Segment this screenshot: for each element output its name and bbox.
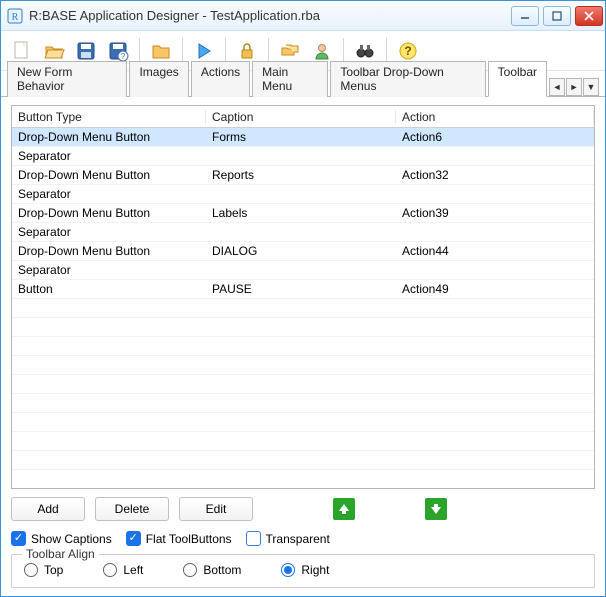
tab-scroll-controls: ◄ ► ▼ xyxy=(549,78,599,96)
align-radio-top[interactable]: Top xyxy=(24,563,63,577)
radio-label: Top xyxy=(44,563,63,577)
cell-action: Action44 xyxy=(396,244,594,258)
table-row[interactable]: ButtonPAUSEAction49 xyxy=(12,280,594,299)
table-row-empty xyxy=(12,413,594,432)
grid-header: Button Type Caption Action xyxy=(12,106,594,128)
flat-toolbuttons-checkbox[interactable]: ✓ Flat ToolButtons xyxy=(126,531,232,546)
tab-content: Button Type Caption Action Drop-Down Men… xyxy=(1,97,605,596)
table-row[interactable]: Separator xyxy=(12,223,594,242)
cell-caption: PAUSE xyxy=(206,282,396,296)
cell-type: Drop-Down Menu Button xyxy=(12,206,206,220)
cell-type: Separator xyxy=(12,225,206,239)
radio-icon xyxy=(103,563,117,577)
tab-toolbar-drop-down-menus[interactable]: Toolbar Drop-Down Menus xyxy=(330,61,485,97)
cell-action: Action32 xyxy=(396,168,594,182)
window-title: R:BASE Application Designer - TestApplic… xyxy=(29,8,511,23)
table-row[interactable]: Drop-Down Menu ButtonFormsAction6 xyxy=(12,128,594,147)
cell-type: Separator xyxy=(12,149,206,163)
tab-new-form-behavior[interactable]: New Form Behavior xyxy=(7,61,127,97)
table-row-empty xyxy=(12,451,594,470)
table-row[interactable]: Separator xyxy=(12,147,594,166)
checkbox-label: Show Captions xyxy=(31,532,112,546)
maximize-button[interactable] xyxy=(543,6,571,26)
align-radio-right[interactable]: Right xyxy=(281,563,329,577)
cell-action: Action6 xyxy=(396,130,594,144)
radio-icon xyxy=(24,563,38,577)
tab-dropdown[interactable]: ▼ xyxy=(583,78,599,96)
align-options: Top Left Bottom Right xyxy=(24,563,582,577)
radio-icon xyxy=(183,563,197,577)
table-row-empty xyxy=(12,337,594,356)
table-row-empty xyxy=(12,394,594,413)
group-legend: Toolbar Align xyxy=(22,547,99,561)
svg-text:R: R xyxy=(12,12,19,23)
cell-type: Drop-Down Menu Button xyxy=(12,244,206,258)
svg-text:?: ? xyxy=(404,44,411,58)
checkbox-label: Flat ToolButtons xyxy=(146,532,232,546)
align-radio-bottom[interactable]: Bottom xyxy=(183,563,241,577)
grid-body[interactable]: Drop-Down Menu ButtonFormsAction6Separat… xyxy=(12,128,594,488)
table-row[interactable]: Drop-Down Menu ButtonReportsAction32 xyxy=(12,166,594,185)
radio-label: Bottom xyxy=(203,563,241,577)
tab-scroll-right[interactable]: ► xyxy=(566,78,582,96)
table-row-empty xyxy=(12,318,594,337)
cell-type: Separator xyxy=(12,263,206,277)
cell-caption: Labels xyxy=(206,206,396,220)
table-row-empty xyxy=(12,432,594,451)
table-row[interactable]: Drop-Down Menu ButtonDIALOGAction44 xyxy=(12,242,594,261)
minimize-button[interactable] xyxy=(511,6,539,26)
show-captions-checkbox[interactable]: ✓ Show Captions xyxy=(11,531,112,546)
table-row[interactable]: Separator xyxy=(12,261,594,280)
cell-caption: Forms xyxy=(206,130,396,144)
titlebar: R R:BASE Application Designer - TestAppl… xyxy=(1,1,605,31)
col-header-action[interactable]: Action xyxy=(396,110,594,124)
move-down-icon[interactable] xyxy=(425,498,447,520)
app-icon: R xyxy=(7,8,23,24)
toolbar-grid[interactable]: Button Type Caption Action Drop-Down Men… xyxy=(11,105,595,489)
app-window: R R:BASE Application Designer - TestAppl… xyxy=(0,0,606,597)
window-controls xyxy=(511,6,603,26)
align-radio-left[interactable]: Left xyxy=(103,563,143,577)
table-row-empty xyxy=(12,299,594,318)
edit-button[interactable]: Edit xyxy=(179,497,253,521)
table-row[interactable]: Drop-Down Menu ButtonLabelsAction39 xyxy=(12,204,594,223)
tab-scroll-left[interactable]: ◄ xyxy=(549,78,565,96)
delete-button[interactable]: Delete xyxy=(95,497,169,521)
tab-images[interactable]: Images xyxy=(129,61,188,97)
cell-type: Button xyxy=(12,282,206,296)
table-row[interactable]: Separator xyxy=(12,185,594,204)
radio-label: Left xyxy=(123,563,143,577)
tab-toolbar[interactable]: Toolbar xyxy=(488,61,547,97)
cell-caption: Reports xyxy=(206,168,396,182)
close-button[interactable] xyxy=(575,6,603,26)
cell-type: Drop-Down Menu Button xyxy=(12,130,206,144)
checkbox-icon: ✓ xyxy=(11,531,26,546)
checkbox-icon xyxy=(246,531,261,546)
table-row-empty xyxy=(12,356,594,375)
tab-actions[interactable]: Actions xyxy=(191,61,250,97)
tab-main-menu[interactable]: Main Menu xyxy=(252,61,328,97)
radio-icon xyxy=(281,563,295,577)
options-row: ✓ Show Captions ✓ Flat ToolButtons Trans… xyxy=(11,531,595,546)
table-row-empty xyxy=(12,375,594,394)
cell-caption: DIALOG xyxy=(206,244,396,258)
cell-action: Action39 xyxy=(396,206,594,220)
checkbox-icon: ✓ xyxy=(126,531,141,546)
checkbox-label: Transparent xyxy=(266,532,330,546)
tab-strip: New Form BehaviorImagesActionsMain MenuT… xyxy=(1,71,605,97)
col-header-caption[interactable]: Caption xyxy=(206,110,396,124)
add-button[interactable]: Add xyxy=(11,497,85,521)
cell-action: Action49 xyxy=(396,282,594,296)
cell-type: Drop-Down Menu Button xyxy=(12,168,206,182)
radio-label: Right xyxy=(301,563,329,577)
transparent-checkbox[interactable]: Transparent xyxy=(246,531,330,546)
toolbar-align-group: Toolbar Align TopLeftBottomRight xyxy=(11,554,595,588)
cell-type: Separator xyxy=(12,187,206,201)
grid-buttons: Add Delete Edit xyxy=(11,497,595,521)
move-up-icon[interactable] xyxy=(333,498,355,520)
col-header-type[interactable]: Button Type xyxy=(12,110,206,124)
